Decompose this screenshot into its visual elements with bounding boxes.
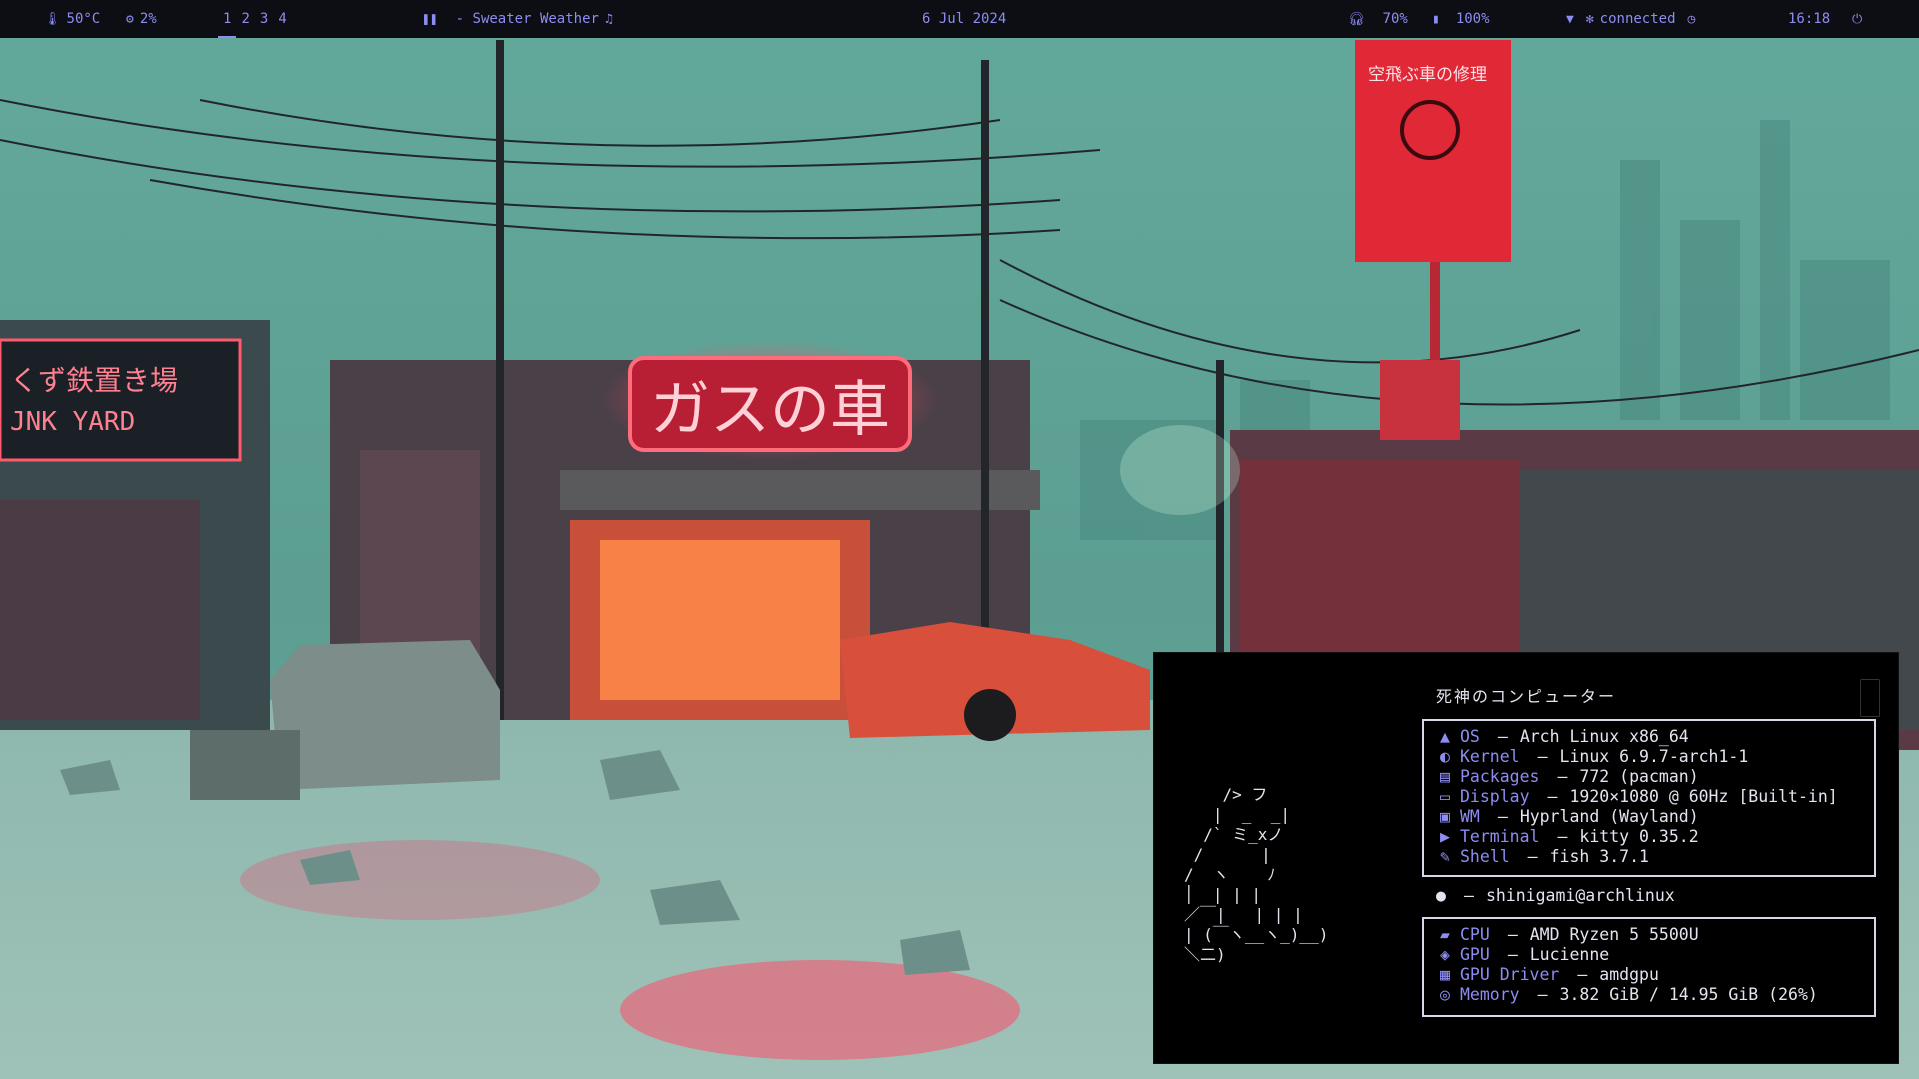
media-module[interactable]: ❚❚ - Sweater Weather ♫	[422, 0, 619, 38]
power-icon: ⏻	[1852, 11, 1863, 27]
driver-icon: ▦	[1440, 965, 1450, 984]
ascii-cat-art: /> フ | _ _| /` ミ_xノ / | / ヽ ﾉ │ | | | ／￣…	[1184, 785, 1329, 964]
svg-text:ガスの車: ガスの車	[650, 375, 890, 445]
terminal-window[interactable]: /> フ | _ _| /` ミ_xノ / | / ヽ ﾉ │ | | | ／￣…	[1153, 652, 1899, 1064]
music-note-icon: ♫	[604, 11, 613, 27]
clock-module[interactable]: 16:18	[1788, 0, 1830, 38]
workspace-4[interactable]: 4	[273, 0, 291, 38]
kernel-icon: ◐	[1440, 747, 1450, 766]
power-button[interactable]: ⏻	[1852, 0, 1868, 38]
battery-icon: ▮	[1432, 11, 1440, 27]
terminal-scrollbar[interactable]	[1860, 679, 1880, 717]
headphones-icon: 🎧︎	[1348, 11, 1365, 27]
package-icon: ▤	[1440, 767, 1450, 786]
thermometer-icon: 🌡︎	[44, 11, 61, 27]
info-cpu: ▰ CPU — AMD Ryzen 5 5500U	[1440, 925, 1699, 944]
arch-icon: ▲	[1440, 727, 1450, 746]
info-terminal: ▶ Terminal — kitty 0.35.2	[1440, 827, 1699, 846]
date-module[interactable]: 6 Jul 2024	[922, 0, 1006, 38]
cpu-usage-module[interactable]: ⚙ 2%	[126, 0, 157, 38]
volume-module[interactable]: 🎧︎ 70%	[1348, 0, 1408, 38]
battery-value: 100%	[1455, 11, 1490, 27]
bluetooth-icon[interactable]: ✻	[1586, 12, 1594, 27]
info-packages: ▤ Packages —772 (pacman)	[1440, 767, 1699, 786]
user-host: shinigami@archlinux	[1485, 886, 1675, 905]
hardware-info-box: ▰ CPU — AMD Ryzen 5 5500U ◈ GPU — Lucienne ▦ GP…	[1422, 917, 1876, 1017]
battery-module[interactable]: ▮ 100%	[1432, 0, 1490, 38]
date-value: 6 Jul 2024	[922, 11, 1007, 27]
cpu-temp-value: 50°C	[66, 11, 101, 27]
wifi-icon: ▼	[1566, 11, 1574, 27]
svg-text:JNK YARD: JNK YARD	[10, 407, 135, 437]
shell-icon: ✎	[1440, 847, 1450, 866]
memory-icon: ◎	[1440, 985, 1450, 1004]
info-os: ▲ OS — Arch Linux x86_64	[1440, 727, 1689, 746]
network-module[interactable]: ▼ ✻ connected ◷	[1566, 0, 1701, 38]
info-memory: ◎ Memory —3.82 GiB / 14.95 GiB (26%)	[1440, 985, 1818, 1004]
display-icon: ▭	[1440, 787, 1450, 806]
volume-value: 70%	[1382, 11, 1408, 27]
cpu-usage-value: 2%	[139, 11, 157, 27]
workspace-1[interactable]: 1	[218, 0, 237, 38]
user-host-line: ● — shinigami@archlinux	[1436, 886, 1675, 905]
user-icon: ●	[1436, 886, 1446, 905]
clock-value: 16:18	[1788, 11, 1831, 27]
cpu-icon: ⚙	[126, 11, 134, 27]
gpu-icon: ◈	[1440, 945, 1450, 964]
system-info-box: ▲ OS — Arch Linux x86_64 ◐ Kernel — Linux 6.9.…	[1422, 719, 1876, 877]
status-bar: 🌡︎ 50°C ⚙ 2% 1 2 3 4 ❚❚ - Sweater Weathe…	[0, 0, 1919, 38]
info-gpu: ◈ GPU — Lucienne	[1440, 945, 1610, 964]
cpu-temp-module[interactable]: 🌡︎ 50°C	[44, 0, 100, 38]
terminal-icon: ▶	[1440, 827, 1450, 846]
clock-icon: ◷	[1687, 11, 1696, 27]
wm-icon: ▣	[1440, 807, 1450, 826]
workspace-2[interactable]: 2	[236, 0, 254, 38]
workspace-switcher: 1 2 3 4	[218, 0, 292, 38]
cpu-chip-icon: ▰	[1440, 925, 1450, 944]
pause-icon[interactable]: ❚❚	[422, 12, 438, 27]
workspace-3[interactable]: 3	[255, 0, 273, 38]
info-kernel: ◐ Kernel — Linux 6.9.7-arch1-1	[1440, 747, 1749, 766]
info-shell: ✎ Shell — fish 3.7.1	[1440, 847, 1649, 866]
fetch-title: 死神のコンピューター	[1436, 687, 1617, 706]
svg-text:空飛ぶ車の修理: 空飛ぶ車の修理	[1368, 65, 1487, 85]
svg-text:くず鉄置き場: くず鉄置き場	[10, 364, 178, 397]
info-display: ▭ Display —1920×1080 @ 60Hz [Built-in]	[1440, 787, 1838, 806]
info-wm: ▣ WM — Hyprland (Wayland)	[1440, 807, 1699, 826]
info-gpu-driver: ▦ GPU Driver — amdgpu	[1440, 965, 1659, 984]
media-title: - Sweater Weather	[455, 11, 599, 27]
network-status: connected	[1599, 11, 1676, 27]
